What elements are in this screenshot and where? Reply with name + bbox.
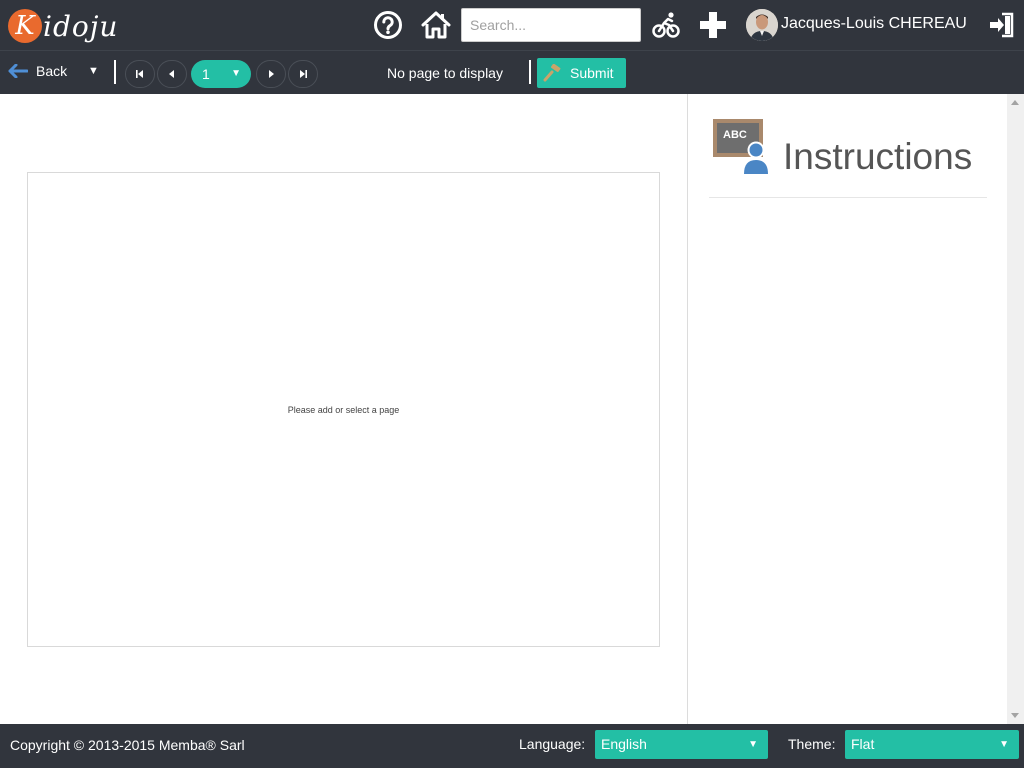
editor-toolbar: Back ▼ 1 ▼ No page to display Submit bbox=[0, 50, 1024, 94]
instructions-title: Instructions bbox=[783, 136, 973, 177]
blackboard-text: ABC bbox=[723, 129, 747, 141]
submit-button[interactable]: Submit bbox=[537, 58, 626, 88]
chevron-down-icon: ▼ bbox=[231, 68, 241, 79]
back-label: Back bbox=[36, 63, 68, 79]
last-page-button[interactable] bbox=[288, 60, 318, 88]
plus-icon[interactable] bbox=[697, 9, 729, 41]
last-page-icon bbox=[300, 70, 307, 78]
toolbar-separator bbox=[529, 60, 531, 84]
back-button[interactable]: Back bbox=[8, 63, 67, 79]
page-stage[interactable]: Please add or select a page bbox=[27, 172, 660, 647]
kidoju-logo[interactable]: K idoju bbox=[8, 6, 118, 46]
theme-value: Flat bbox=[851, 736, 875, 752]
help-icon[interactable] bbox=[372, 9, 404, 41]
chevron-down-icon: ▼ bbox=[999, 739, 1009, 750]
first-page-button[interactable] bbox=[125, 60, 155, 88]
back-dropdown-caret[interactable]: ▼ bbox=[88, 65, 99, 77]
vertical-scrollbar[interactable] bbox=[1007, 94, 1024, 724]
instructions-panel: ABC Instructions bbox=[687, 94, 1007, 724]
toolbar-separator bbox=[114, 60, 116, 84]
empty-stage-message: Please add or select a page bbox=[287, 405, 400, 415]
avatar[interactable] bbox=[746, 9, 778, 41]
back-arrow-icon bbox=[8, 64, 28, 78]
gavel-icon bbox=[543, 64, 561, 82]
page-number: 1 bbox=[202, 66, 210, 82]
submit-label: Submit bbox=[570, 65, 614, 81]
previous-page-button[interactable] bbox=[157, 60, 187, 88]
footer: Copyright © 2013-2015 Memba® Sarl Langua… bbox=[0, 724, 1024, 768]
home-icon[interactable] bbox=[420, 9, 452, 41]
teacher-blackboard-icon: ABC bbox=[712, 118, 770, 181]
previous-icon bbox=[169, 70, 174, 78]
chevron-down-icon: ▼ bbox=[748, 739, 758, 750]
scroll-down-icon[interactable] bbox=[1011, 713, 1019, 718]
language-select[interactable]: English ▼ bbox=[595, 730, 768, 759]
next-icon bbox=[269, 70, 274, 78]
theme-select[interactable]: Flat ▼ bbox=[845, 730, 1019, 759]
username[interactable]: Jacques-Louis CHEREAU bbox=[781, 15, 967, 33]
logo-text: idoju bbox=[43, 9, 119, 43]
cyclist-icon[interactable] bbox=[650, 9, 682, 41]
theme-label: Theme: bbox=[788, 736, 836, 752]
logo-initial: K bbox=[8, 9, 42, 43]
divider bbox=[709, 197, 987, 198]
scroll-up-icon[interactable] bbox=[1011, 100, 1019, 105]
search-input[interactable] bbox=[461, 8, 641, 42]
language-label: Language: bbox=[519, 736, 586, 752]
page-status-text: No page to display bbox=[387, 65, 503, 81]
next-page-button[interactable] bbox=[256, 60, 286, 88]
top-navbar: K idoju Search... Jacques-Louis CHEREAU bbox=[0, 0, 1024, 50]
language-value: English bbox=[601, 736, 647, 752]
copyright-text: Copyright © 2013-2015 Memba® Sarl bbox=[10, 737, 245, 753]
first-page-icon bbox=[136, 70, 143, 78]
page-number-select[interactable]: 1 ▼ bbox=[191, 60, 251, 88]
sign-out-icon[interactable] bbox=[986, 9, 1018, 41]
